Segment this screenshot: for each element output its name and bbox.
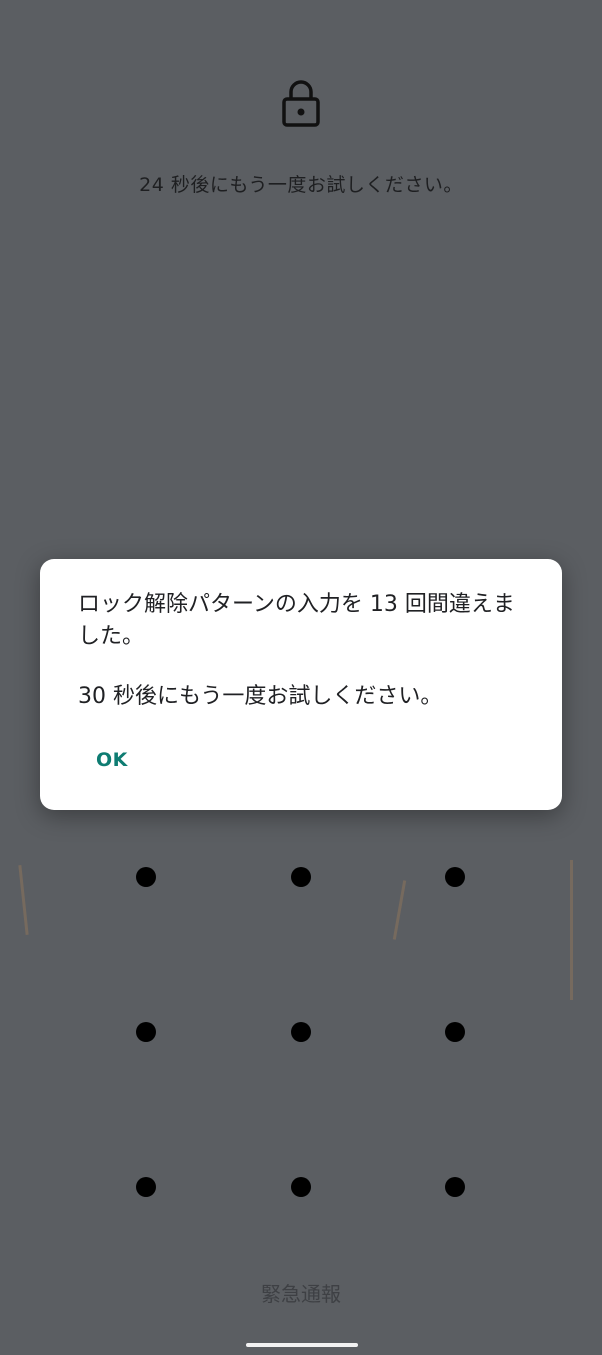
- pattern-dot[interactable]: [445, 1177, 465, 1197]
- pattern-dot[interactable]: [445, 867, 465, 887]
- pattern-dot[interactable]: [291, 867, 311, 887]
- pattern-dot[interactable]: [136, 867, 156, 887]
- pattern-dot[interactable]: [445, 1022, 465, 1042]
- emergency-call-container: 緊急通報: [0, 1278, 602, 1307]
- lock-screen: 24 秒後にもう一度お試しください。 緊急通報 ロック解除パターンの入力を 13…: [0, 0, 602, 1355]
- home-indicator[interactable]: [246, 1343, 358, 1347]
- pattern-dot[interactable]: [291, 1177, 311, 1197]
- lockout-dialog: ロック解除パターンの入力を 13 回間違えました。 30 秒後にもう一度お試しく…: [40, 559, 562, 810]
- pattern-dot[interactable]: [136, 1022, 156, 1042]
- dialog-retry-text: 30 秒後にもう一度お試しください。: [78, 684, 443, 709]
- dialog-message: ロック解除パターンの入力を 13 回間違えました。: [78, 592, 515, 649]
- pattern-dot[interactable]: [136, 1177, 156, 1197]
- emergency-call-button[interactable]: 緊急通報: [251, 1276, 351, 1312]
- ok-button[interactable]: OK: [80, 745, 144, 775]
- pattern-dot[interactable]: [291, 1022, 311, 1042]
